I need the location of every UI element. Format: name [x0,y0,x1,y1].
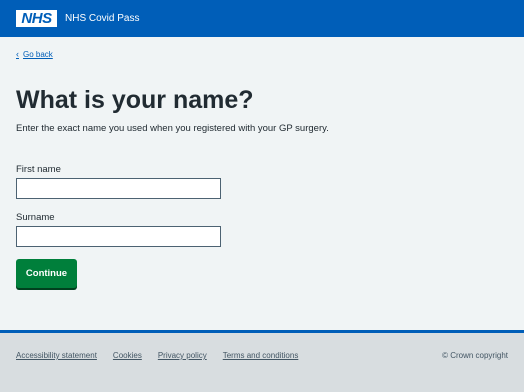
nhs-logo[interactable]: NHS [16,10,57,27]
back-link-label: Go back [23,49,53,59]
chevron-left-icon: ‹ [16,49,19,59]
back-link[interactable]: ‹ Go back [16,49,53,59]
site-footer: Accessibility statement Cookies Privacy … [0,330,524,392]
service-name[interactable]: NHS Covid Pass [65,13,139,24]
footer-link-accessibility[interactable]: Accessibility statement [16,351,97,360]
surname-input[interactable] [16,226,221,247]
first-name-label: First name [16,164,61,175]
copyright-text: © Crown copyright [442,351,508,360]
footer-links: Accessibility statement Cookies Privacy … [16,351,314,360]
surname-label: Surname [16,212,55,223]
first-name-input[interactable] [16,178,221,199]
footer-link-privacy[interactable]: Privacy policy [158,351,207,360]
footer-link-terms[interactable]: Terms and conditions [223,351,299,360]
footer-link-cookies[interactable]: Cookies [113,351,142,360]
continue-button[interactable]: Continue [16,259,77,288]
site-header: NHS NHS Covid Pass [0,0,524,37]
page-title: What is your name? [16,86,254,114]
name-hint: Enter the exact name you used when you r… [16,123,329,134]
